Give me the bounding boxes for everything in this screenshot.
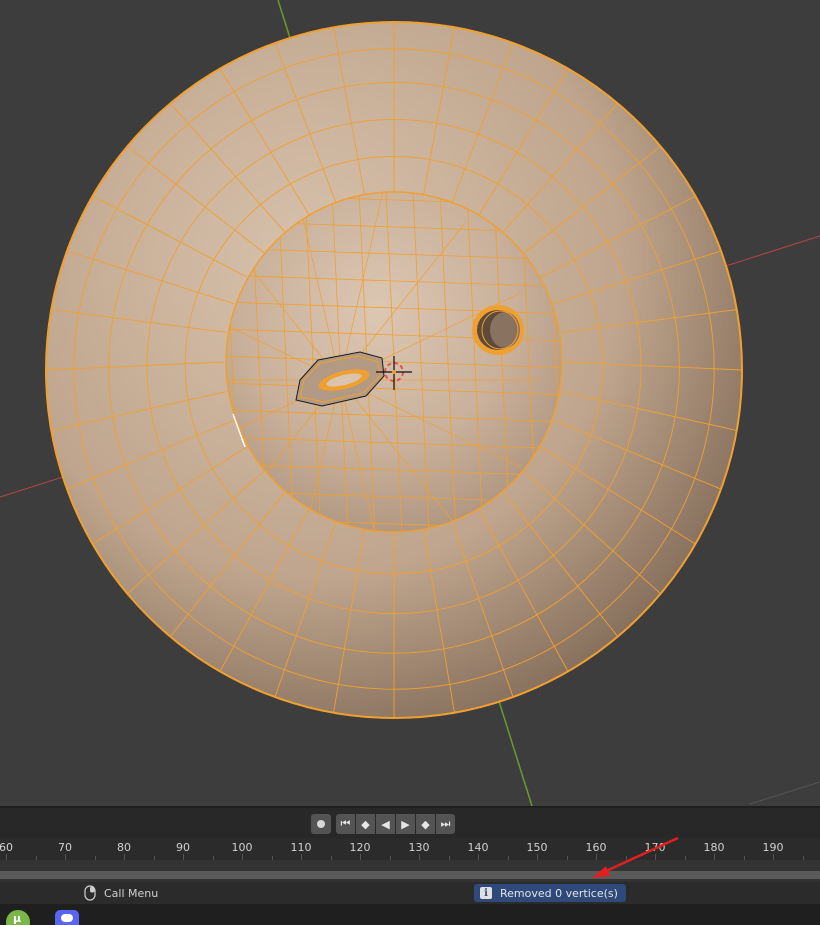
frame-label: 170 — [644, 841, 666, 854]
hole-cylinder — [472, 305, 524, 355]
jump-end-icon: ⏭ — [440, 817, 451, 830]
frame-label: 130 — [408, 841, 430, 854]
call-menu-hint: Call Menu — [84, 885, 158, 901]
frame-label: 80 — [117, 841, 131, 854]
frame-label: 90 — [176, 841, 190, 854]
timeline-track-area[interactable] — [0, 860, 820, 882]
record-icon — [317, 820, 325, 828]
call-menu-label: Call Menu — [104, 886, 159, 900]
status-bar: Call Menu i Removed 0 vertice(s) — [0, 882, 820, 904]
play-icon: ▶ — [401, 817, 410, 831]
grid-line — [749, 781, 820, 805]
frame-label: 100 — [231, 841, 253, 854]
info-icon: i — [480, 887, 492, 899]
play-reverse-button[interactable]: ◀ — [376, 814, 395, 834]
frame-label: 140 — [467, 841, 489, 854]
frame-label: 150 — [526, 841, 548, 854]
record-button[interactable] — [311, 814, 331, 834]
frame-label: 60 — [0, 841, 13, 854]
timeline-editor[interactable]: ⏮ ◆ ◀ ▶ ◆ ⏭ 60 70 80 90 100 110 120 130 140 150 160 170 1… — [0, 806, 820, 884]
frame-label: 190 — [762, 841, 784, 854]
frame-label: 180 — [703, 841, 725, 854]
timeline-scrollbar[interactable] — [0, 871, 820, 879]
frame-label: 110 — [290, 841, 312, 854]
next-keyframe-icon: ◆ — [421, 817, 430, 831]
playback-controls: ⏮ ◆ ◀ ▶ ◆ ⏭ — [0, 814, 820, 836]
report-message[interactable]: i Removed 0 vertice(s) — [474, 884, 626, 902]
utorrent-icon[interactable]: µ — [6, 910, 30, 925]
play-reverse-icon: ◀ — [381, 817, 390, 831]
prev-keyframe-icon: ◆ — [361, 817, 370, 831]
os-taskbar: µ — [0, 904, 820, 925]
play-button[interactable]: ▶ — [396, 814, 415, 834]
report-text: Removed 0 vertice(s) — [500, 886, 618, 900]
frame-ruler[interactable]: 60 70 80 90 100 110 120 130 140 150 160 170 180 190 — [0, 838, 820, 860]
discord-icon[interactable] — [55, 910, 79, 925]
frame-label: 120 — [349, 841, 371, 854]
frame-label: 70 — [58, 841, 72, 854]
jump-end-button[interactable]: ⏭ — [436, 814, 455, 834]
jump-start-icon: ⏮ — [340, 817, 351, 830]
viewport-canvas[interactable] — [0, 0, 820, 806]
next-keyframe-button[interactable]: ◆ — [416, 814, 435, 834]
3d-viewport[interactable] — [0, 0, 820, 806]
jump-start-button[interactable]: ⏮ — [336, 814, 355, 834]
frame-label: 160 — [585, 841, 607, 854]
prev-keyframe-button[interactable]: ◆ — [356, 814, 375, 834]
mouse-icon — [84, 885, 96, 901]
